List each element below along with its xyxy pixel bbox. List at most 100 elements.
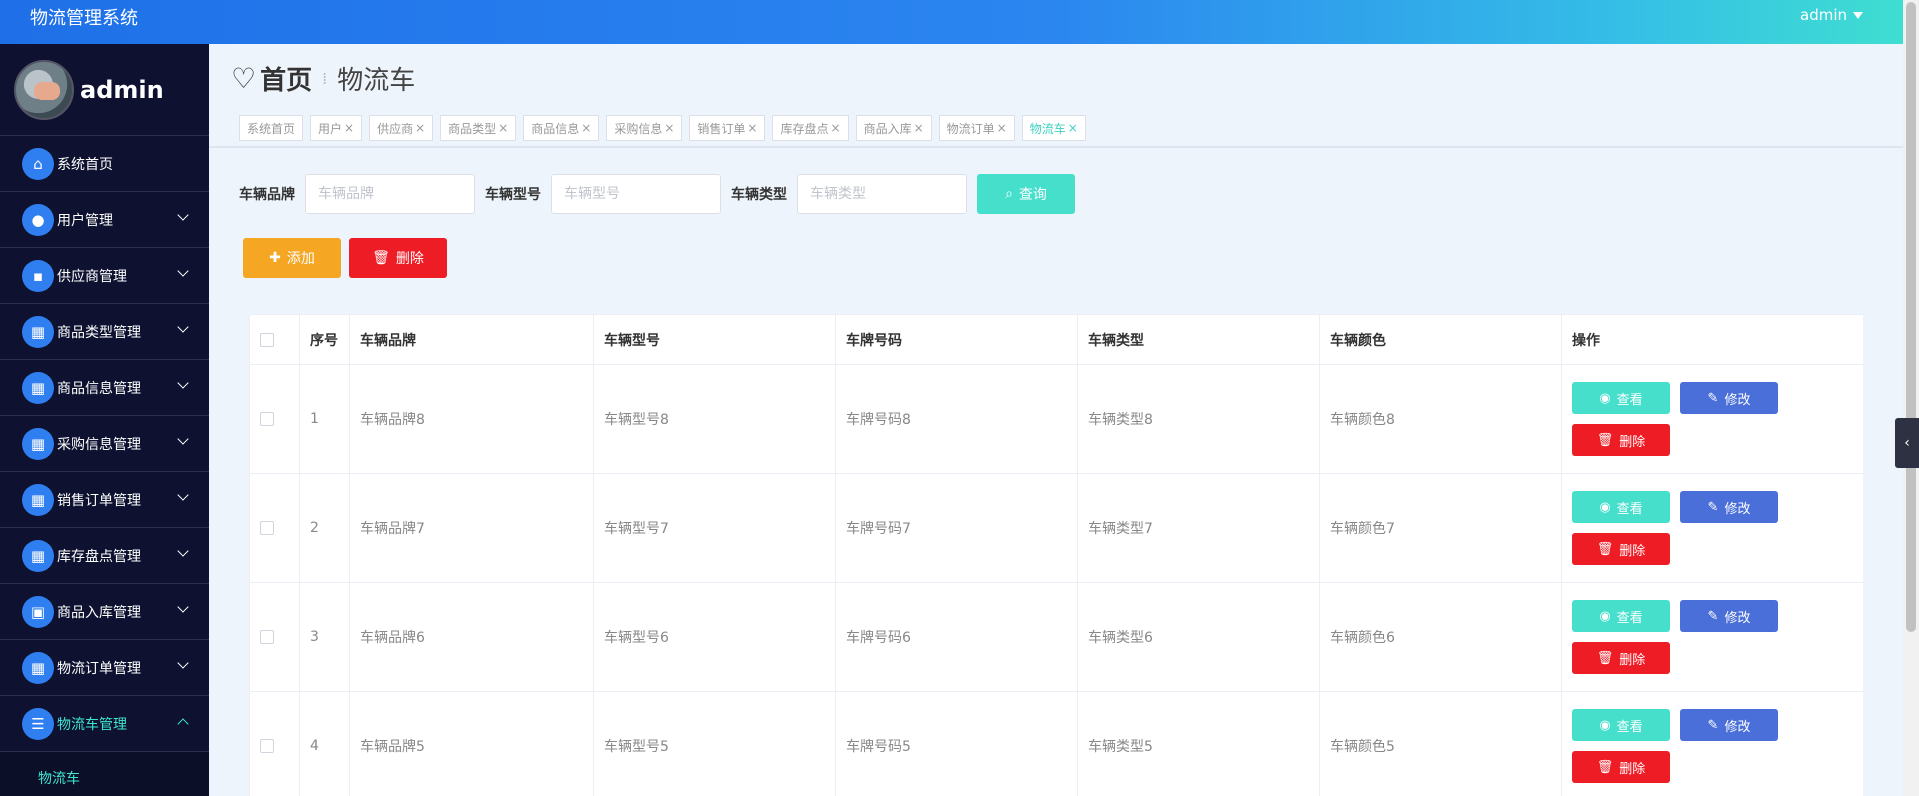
row-select[interactable] — [249, 582, 300, 692]
sidebar-item[interactable]: ▦ 商品信息管理 — [0, 360, 209, 416]
tab[interactable]: 商品信息 × — [523, 115, 600, 141]
edit-label: 修改 — [1724, 501, 1751, 517]
view-label: 查看 — [1616, 392, 1643, 408]
tab[interactable]: 物流车 × — [1021, 115, 1086, 141]
view-button[interactable]: ◉ 查看 — [1572, 382, 1670, 414]
header-select-all[interactable] — [249, 314, 300, 365]
header-index: 序号 — [299, 314, 350, 365]
scrollbar-thumb[interactable] — [1906, 2, 1916, 632]
tab[interactable]: 系统首页 — [239, 115, 304, 141]
trash-icon: 🗑 — [372, 250, 390, 266]
row-ops: ◉ 查看 ✎ 修改 🗑 删除 — [1561, 473, 1863, 583]
row-color: 车辆颜色7 — [1319, 473, 1562, 583]
checkbox[interactable] — [260, 521, 274, 535]
row-brand: 车辆品牌7 — [349, 473, 594, 583]
sidebar-item-label: 商品信息管理 — [57, 380, 141, 397]
row-select[interactable] — [249, 691, 300, 796]
tab-label: 物流订单 — [946, 121, 995, 136]
add-button[interactable]: ✚ 添加 — [243, 238, 341, 278]
tab[interactable]: 库存盘点 × — [772, 115, 849, 141]
breadcrumb-current: 物流车 — [337, 65, 416, 96]
close-icon[interactable]: × — [831, 121, 841, 135]
edit-button[interactable]: ✎ 修改 — [1680, 382, 1778, 414]
top-bar: 物流管理系统 admin — [0, 0, 1919, 44]
row-color: 车辆颜色8 — [1319, 364, 1562, 474]
close-icon[interactable]: × — [1068, 121, 1078, 135]
tab[interactable]: 销售订单 × — [689, 115, 766, 141]
sidebar-item[interactable]: ▦ 物流订单管理 — [0, 640, 209, 696]
breadcrumb-home[interactable]: 首页 — [260, 60, 312, 97]
row-delete-button[interactable]: 🗑 删除 — [1572, 424, 1670, 456]
sidebar-item-label: 库存盘点管理 — [57, 548, 141, 565]
add-label: 添加 — [286, 251, 315, 267]
tab[interactable]: 用户 × — [310, 115, 363, 141]
pencil-icon: ✎ — [1707, 499, 1719, 515]
sidebar-item[interactable]: ▦ 库存盘点管理 — [0, 528, 209, 584]
row-delete-button[interactable]: 🗑 删除 — [1572, 533, 1670, 565]
view-label: 查看 — [1616, 610, 1643, 626]
edit-button[interactable]: ✎ 修改 — [1680, 709, 1778, 741]
view-button[interactable]: ◉ 查看 — [1572, 600, 1670, 632]
sidebar-item[interactable]: ▦ 采购信息管理 — [0, 416, 209, 472]
query-label: 查询 — [1018, 187, 1047, 203]
tab[interactable]: 商品类型 × — [440, 115, 517, 141]
tab-label: 供应商 — [377, 121, 414, 136]
row-color: 车辆颜色5 — [1319, 691, 1562, 796]
close-icon[interactable]: × — [997, 121, 1007, 135]
row-select[interactable] — [249, 364, 300, 474]
page-scrollbar[interactable] — [1903, 0, 1919, 796]
row-index: 2 — [299, 473, 350, 583]
sidebar-item[interactable]: ▦ 销售订单管理 — [0, 472, 209, 528]
sidebar-subitem-vehicle[interactable]: 物流车 — [0, 752, 209, 796]
chevron-icon — [177, 601, 189, 613]
checkbox[interactable] — [260, 412, 274, 426]
brand-label: 车辆品牌 — [239, 187, 295, 203]
close-icon[interactable]: × — [747, 121, 757, 135]
checkbox[interactable] — [260, 630, 274, 644]
type-input[interactable] — [797, 174, 967, 214]
close-icon[interactable]: × — [581, 121, 591, 135]
tab[interactable]: 供应商 × — [369, 115, 434, 141]
collapse-panel-toggle[interactable]: ‹ — [1895, 418, 1919, 468]
edit-button[interactable]: ✎ 修改 — [1680, 491, 1778, 523]
tab[interactable]: 商品入库 × — [855, 115, 932, 141]
close-icon[interactable]: × — [344, 121, 354, 135]
row-select[interactable] — [249, 473, 300, 583]
trash-icon: 🗑 — [1596, 759, 1614, 775]
breadcrumb: ♡ 首页 ⁞ 物流车 — [231, 60, 415, 96]
checkbox[interactable] — [260, 332, 274, 347]
tab[interactable]: 物流订单 × — [938, 115, 1015, 141]
chevron-icon — [177, 321, 189, 333]
type-label: 车辆类型 — [731, 187, 787, 203]
row-brand: 车辆品牌5 — [349, 691, 594, 796]
brand-input[interactable] — [305, 174, 475, 214]
view-button[interactable]: ◉ 查看 — [1572, 709, 1670, 741]
close-icon[interactable]: × — [914, 121, 924, 135]
user-menu[interactable]: admin — [1800, 6, 1863, 24]
sidebar-item[interactable]: ▣ 商品入库管理 — [0, 584, 209, 640]
sidebar-item[interactable]: ⌂ 系统首页 — [0, 136, 209, 192]
model-input[interactable] — [551, 174, 721, 214]
close-icon[interactable]: × — [498, 121, 508, 135]
main-content: ♡ 首页 ⁞ 物流车 系统首页 用户 × 供应商 × 商品类型 × 商品信息 × 采购信息 × 销售订… — [209, 44, 1903, 796]
tab[interactable]: 采购信息 × — [606, 115, 683, 141]
eye-icon: ◉ — [1599, 717, 1611, 733]
delete-button[interactable]: 🗑 删除 — [349, 238, 447, 278]
close-icon[interactable]: × — [415, 121, 425, 135]
user-name: admin — [1800, 6, 1847, 24]
sidebar-item[interactable]: ● 用户管理 — [0, 192, 209, 248]
row-brand: 车辆品牌8 — [349, 364, 594, 474]
sidebar-item[interactable]: ▦ 商品类型管理 — [0, 304, 209, 360]
sidebar-item[interactable]: ☰ 物流车管理 — [0, 696, 209, 752]
query-button[interactable]: ⌕ 查询 — [977, 174, 1075, 214]
edit-button[interactable]: ✎ 修改 — [1680, 600, 1778, 632]
checkbox[interactable] — [260, 739, 274, 753]
list-icon: ☰ — [22, 707, 54, 740]
view-button[interactable]: ◉ 查看 — [1572, 491, 1670, 523]
home-icon: ⌂ — [22, 147, 54, 180]
breadcrumb-separator: ⁞ — [322, 68, 328, 88]
row-delete-button[interactable]: 🗑 删除 — [1572, 642, 1670, 674]
close-icon[interactable]: × — [664, 121, 674, 135]
row-delete-button[interactable]: 🗑 删除 — [1572, 751, 1670, 783]
sidebar-item[interactable]: ▪ 供应商管理 — [0, 248, 209, 304]
